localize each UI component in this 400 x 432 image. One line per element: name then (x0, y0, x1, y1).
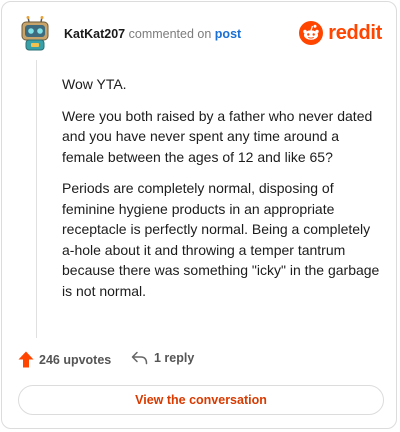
reply-count: 1 reply (154, 351, 195, 365)
comment-paragraph: Wow YTA. (62, 76, 127, 92)
thread-line (36, 60, 37, 338)
reddit-snoo-icon (299, 21, 324, 45)
reddit-logo[interactable]: reddit (299, 21, 382, 45)
avatar[interactable] (20, 16, 50, 52)
commented-on-text: commented on (128, 27, 212, 41)
comment-body: Wow YTA. Were you both raised by a fathe… (62, 74, 380, 312)
reply-arrow-icon (131, 351, 148, 365)
comment-paragraph: Periods are completely normal, disposing… (62, 180, 380, 299)
reddit-wordmark: reddit (328, 21, 382, 44)
upvote-button[interactable]: 246 upvotes (18, 351, 111, 368)
author-line: KatKat207 commented on post (64, 27, 241, 41)
robot-avatar-icon (21, 16, 49, 51)
view-conversation-button[interactable]: View the conversation (18, 385, 384, 415)
comment-footer: 246 upvotes 1 reply (18, 351, 378, 371)
comment-card: KatKat207 commented on post reddit Wow Y… (1, 1, 397, 429)
post-link[interactable]: post (215, 27, 241, 41)
upvote-arrow-icon (18, 351, 34, 368)
username[interactable]: KatKat207 (64, 27, 125, 41)
reply-button[interactable]: 1 reply (131, 351, 194, 365)
comment-header: KatKat207 commented on post reddit (2, 2, 396, 62)
comment-paragraph: Were you both raised by a father who nev… (62, 107, 373, 165)
upvote-count: 246 upvotes (39, 352, 112, 367)
